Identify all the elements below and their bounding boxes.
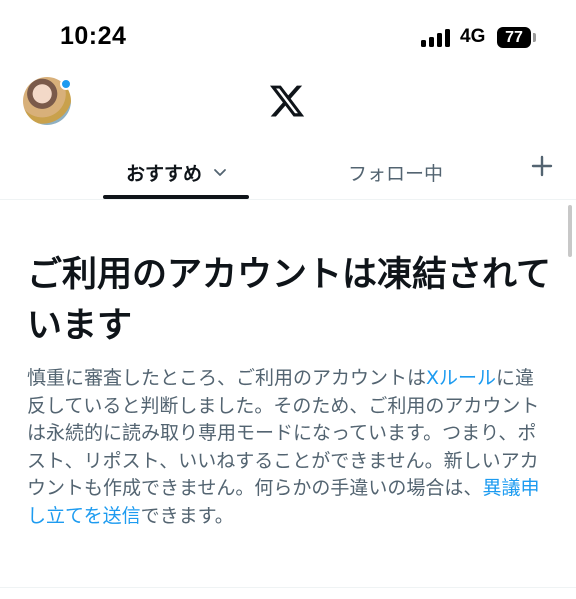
tab-recommended-label: おすすめ	[125, 162, 202, 185]
status-time: 10:24	[60, 22, 127, 50]
notice-text-3: できます。	[140, 504, 234, 527]
battery-tip	[533, 33, 536, 42]
network-type: 4G	[460, 26, 486, 47]
battery-icon: 77	[497, 27, 531, 48]
tab-recommended[interactable]: おすすめ	[104, 152, 250, 192]
x-rules-link[interactable]: Xルール	[426, 367, 496, 389]
bottom-divider	[0, 587, 576, 588]
chevron-down-icon	[214, 169, 226, 176]
notice-text-1: 慎重に審査したところ、ご利用のアカウントは	[27, 367, 427, 389]
notification-dot	[60, 78, 72, 90]
signal-icon	[421, 29, 453, 47]
plus-icon[interactable]	[530, 154, 554, 178]
tabs-divider	[0, 199, 576, 200]
page-title: ご利用のアカウントは凍結されています	[27, 255, 551, 346]
timeline-tabs: おすすめ フォロー中	[0, 148, 576, 200]
notice-body: 慎重に審査したところ、ご利用のアカウントはXルールに違反していると判断しました。…	[27, 365, 552, 530]
x-logo-icon[interactable]	[268, 82, 306, 120]
scrollbar[interactable]	[568, 205, 572, 257]
tab-following-label: フォロー中	[348, 162, 444, 185]
tab-following[interactable]: フォロー中	[348, 152, 443, 192]
status-bar: 10:24 4G 77	[0, 0, 576, 72]
